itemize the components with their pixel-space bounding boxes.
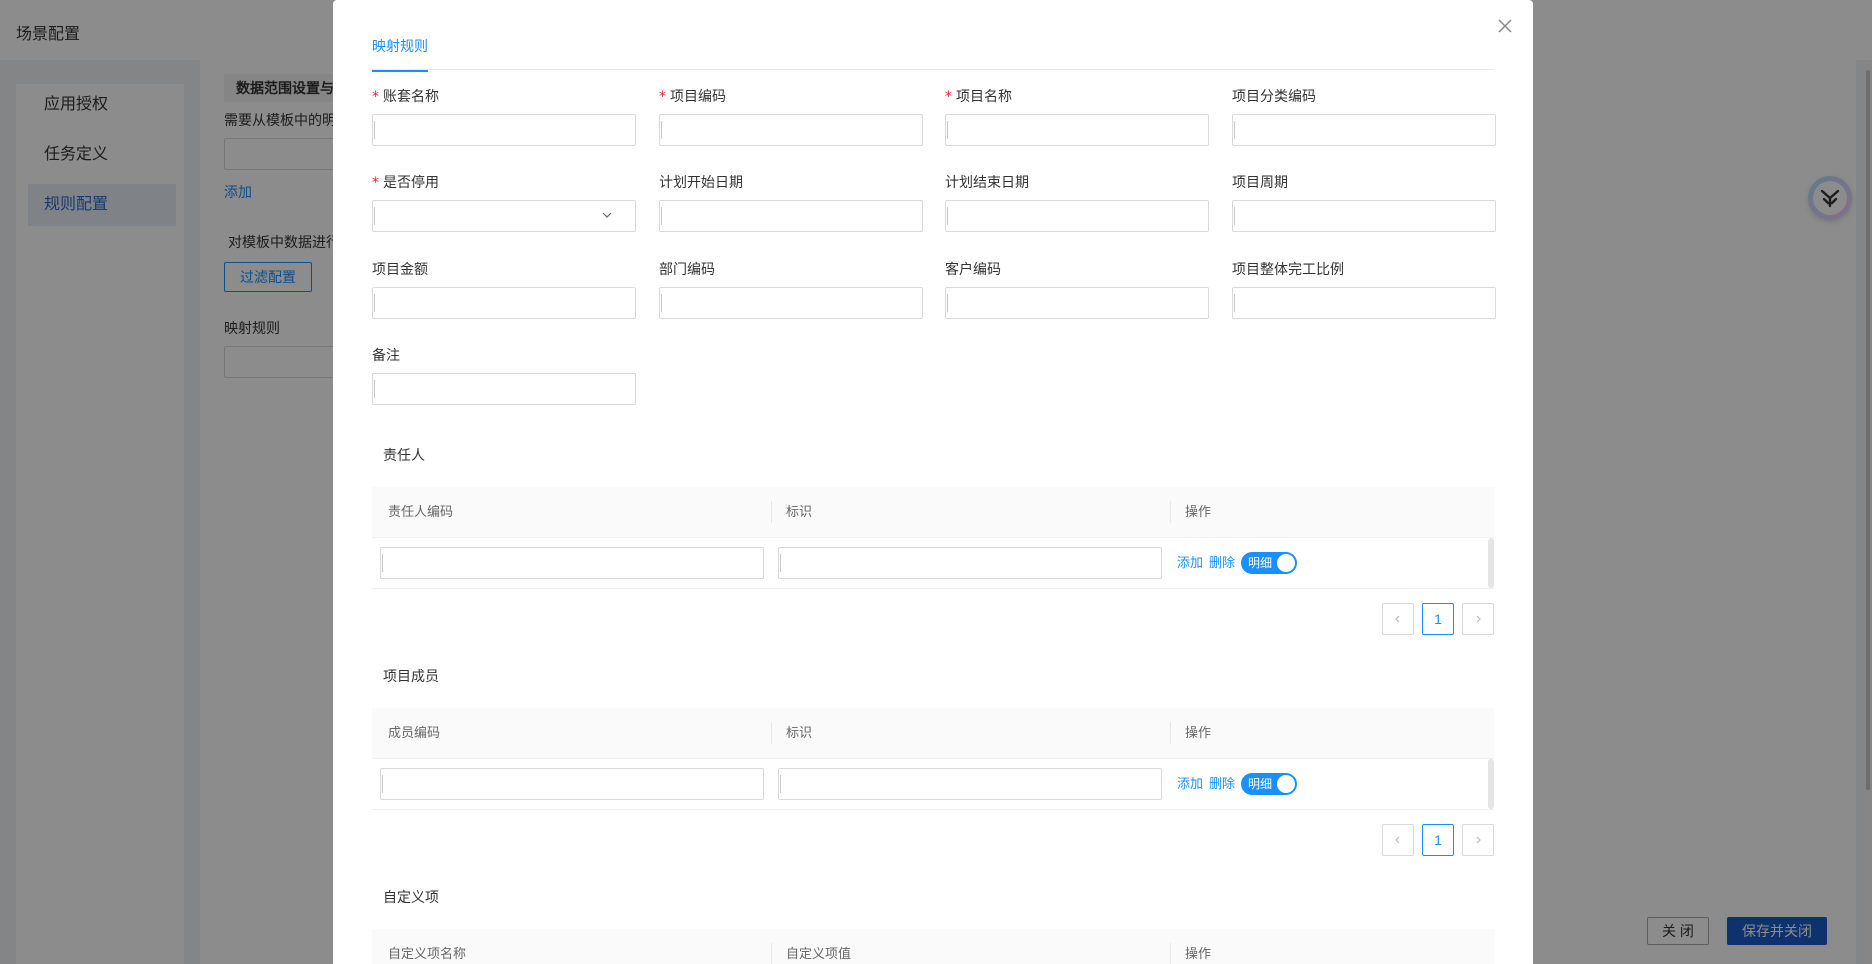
page-number-button[interactable]: 1 [1422,824,1454,856]
column-header: 成员编码 [388,725,441,740]
table-header: 自定义项名称 自定义项值 操作 [372,929,1494,964]
field-project-period: 项目周期 [1232,172,1496,232]
toggle-label: 明细 [1248,556,1273,570]
detail-toggle[interactable]: 明细 [1241,552,1297,574]
completion-ratio-input[interactable] [1232,287,1496,319]
field-completion-ratio: 项目整体完工比例 [1232,259,1496,319]
column-header: 操作 [1185,504,1212,519]
customer-code-input[interactable] [945,287,1209,319]
field-remark: 备注 [372,345,636,405]
responsible-table: 责任人编码 标识 操作 添加 删除 明细 [372,487,1494,589]
is-disabled-select[interactable] [372,200,636,232]
field-project-amount: 项目金额 [372,259,636,319]
detail-toggle[interactable]: 明细 [1241,773,1297,795]
column-header: 标识 [786,725,813,740]
project-name-input[interactable] [945,114,1209,146]
next-page-button[interactable] [1462,824,1494,856]
field-plan-start-date: 计划开始日期 [659,172,923,232]
project-amount-input[interactable] [372,287,636,319]
field-label: 账套名称 [383,88,439,104]
row-scrollbar[interactable] [1488,538,1494,588]
prev-page-button[interactable] [1382,603,1414,635]
chevron-left-icon [1395,615,1400,623]
field-label: 客户编码 [945,261,1001,277]
field-label: 部门编码 [659,261,715,277]
next-page-button[interactable] [1462,603,1494,635]
column-header: 责任人编码 [388,504,454,519]
chevron-right-icon [1476,836,1481,844]
chevron-left-icon [1395,836,1400,844]
responsible-section-title: 责任人 [383,447,425,463]
responsible-flag-input[interactable] [778,547,1162,579]
required-mark: * [372,89,379,105]
tab-mapping-rule[interactable]: 映射规则 [372,36,428,72]
field-label: 计划结束日期 [945,174,1029,190]
field-label: 是否停用 [383,174,439,190]
add-row-link[interactable]: 添加 [1177,759,1203,809]
plan-end-date-input[interactable] [945,200,1209,232]
account-set-name-input[interactable] [372,114,636,146]
toggle-label: 明细 [1248,777,1273,791]
project-code-input[interactable] [659,114,923,146]
field-label: 项目名称 [956,88,1012,104]
chevron-right-icon [1476,615,1481,623]
custom-table: 自定义项名称 自定义项值 操作 [372,929,1494,964]
prev-page-button[interactable] [1382,824,1414,856]
member-code-input[interactable] [380,768,764,800]
toggle-knob [1277,775,1295,793]
add-row-link[interactable]: 添加 [1177,538,1203,588]
delete-row-link[interactable]: 删除 [1209,759,1235,809]
field-account-set-name: * 账套名称 [372,86,636,146]
column-header: 标识 [786,504,813,519]
plan-start-date-input[interactable] [659,200,923,232]
field-customer-code: 客户编码 [945,259,1209,319]
members-pagination: 1 [1382,824,1494,856]
column-header: 操作 [1185,946,1212,961]
field-label: 项目周期 [1232,174,1288,190]
field-label: 项目金额 [372,261,428,277]
column-header: 自定义项值 [786,946,852,961]
table-header: 成员编码 标识 操作 [372,708,1494,759]
field-label: 项目编码 [670,88,726,104]
table-header: 责任人编码 标识 操作 [372,487,1494,538]
responsible-pagination: 1 [1382,603,1494,635]
column-header: 操作 [1185,725,1212,740]
field-project-name: * 项目名称 [945,86,1209,146]
tab-divider [372,69,1494,70]
toggle-knob [1277,554,1295,572]
department-code-input[interactable] [659,287,923,319]
table-row: 添加 删除 明细 [372,759,1494,810]
row-scrollbar[interactable] [1488,759,1494,809]
delete-row-link[interactable]: 删除 [1209,538,1235,588]
custom-section-title: 自定义项 [383,889,439,905]
project-period-input[interactable] [1232,200,1496,232]
project-category-code-input[interactable] [1232,114,1496,146]
mapping-rule-modal: 映射规则 * 账套名称 * 项目编码 * 项目名称 项目分类编码 * 是否停用 计划开始… [333,0,1533,964]
field-label: 备注 [372,347,400,363]
table-row: 添加 删除 明细 [372,538,1494,589]
remark-input[interactable] [372,373,636,405]
field-label: 计划开始日期 [659,174,743,190]
field-department-code: 部门编码 [659,259,923,319]
field-project-code: * 项目编码 [659,86,923,146]
responsible-code-input[interactable] [380,547,764,579]
required-mark: * [945,89,952,105]
members-section-title: 项目成员 [383,668,439,684]
column-header: 自定义项名称 [388,946,467,961]
close-icon[interactable] [1493,14,1517,38]
field-project-category-code: 项目分类编码 [1232,86,1496,146]
required-mark: * [372,175,379,191]
required-mark: * [659,89,666,105]
chevron-down-icon [602,212,612,218]
field-plan-end-date: 计划结束日期 [945,172,1209,232]
field-is-disabled: * 是否停用 [372,172,636,232]
field-label: 项目分类编码 [1232,88,1316,104]
members-table: 成员编码 标识 操作 添加 删除 明细 [372,708,1494,810]
page-number-button[interactable]: 1 [1422,603,1454,635]
field-label: 项目整体完工比例 [1232,261,1344,277]
member-flag-input[interactable] [778,768,1162,800]
